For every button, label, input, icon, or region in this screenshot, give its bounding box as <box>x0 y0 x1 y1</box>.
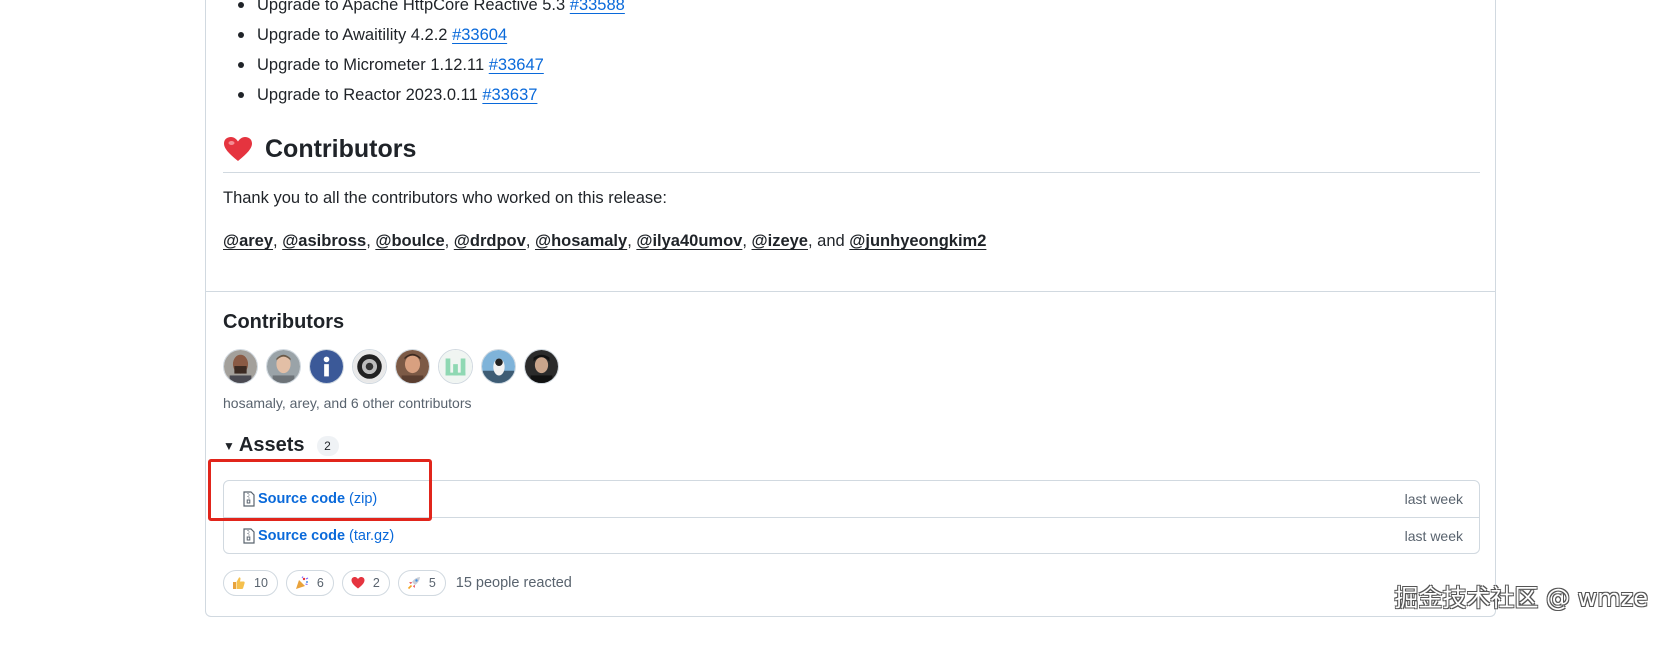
contributor-link[interactable]: @boulce <box>375 232 444 250</box>
upgrade-list: Upgrade to Apache HttpCore Reactive 5.3 … <box>238 0 625 110</box>
watermark: 掘金技术社区 @ wmze <box>1394 584 1648 612</box>
separator: , <box>742 232 752 250</box>
separator: , <box>366 232 376 250</box>
contributors-summary: hosamaly, arey, and 6 other contributors <box>223 395 472 411</box>
contributor-link[interactable]: @izeye <box>752 232 808 250</box>
avatar[interactable] <box>309 349 344 384</box>
upgrade-text: Upgrade to Reactor 2023.0.11 <box>257 86 483 104</box>
thanks-text: Thank you to all the contributors who wo… <box>223 189 667 207</box>
rocket-icon <box>407 577 420 590</box>
reactions-summary: 15 people reacted <box>455 575 572 591</box>
list-item: Upgrade to Micrometer 1.12.11 #33647 <box>238 50 625 80</box>
avatar-list <box>223 349 559 384</box>
asset-row: Source code (tar.gz) last week <box>224 517 1479 553</box>
assets-count-badge: 2 <box>316 435 339 456</box>
upgrade-text: Upgrade to Apache HttpCore Reactive 5.3 <box>257 0 570 14</box>
reaction-thumbs-up-button[interactable]: 10 <box>223 570 278 596</box>
party-popper-icon <box>295 576 309 589</box>
upgrade-text: Upgrade to Awaitility 4.2.2 <box>257 26 453 44</box>
contributors-heading-row: Contributors <box>223 126 1480 173</box>
contributor-link[interactable]: @junhyeongkim2 <box>849 232 986 250</box>
heart-icon <box>224 137 252 161</box>
section-divider <box>206 291 1495 292</box>
reaction-count: 10 <box>254 576 268 590</box>
reaction-hooray-button[interactable]: 6 <box>285 570 334 596</box>
list-item: Upgrade to Reactor 2023.0.11 #33637 <box>238 80 625 110</box>
separator: , <box>525 232 535 250</box>
separator: , <box>444 232 454 250</box>
file-zip-icon <box>243 527 255 544</box>
and-separator: , and <box>807 232 850 250</box>
pr-link[interactable]: #33588 <box>570 0 625 14</box>
pr-link[interactable]: #33604 <box>452 26 507 44</box>
separator: , <box>627 232 637 250</box>
separator: , <box>273 232 283 250</box>
avatar[interactable] <box>438 349 473 384</box>
pr-link[interactable]: #33647 <box>489 56 544 74</box>
contributor-handles: @arey, @asibross, @boulce, @drdpov, @hos… <box>223 232 986 251</box>
reaction-rocket-button[interactable]: 5 <box>397 570 446 596</box>
highlight-box <box>208 459 432 521</box>
reaction-count: 6 <box>316 576 324 590</box>
pr-link[interactable]: #33637 <box>482 86 537 104</box>
contributor-link[interactable]: @drdpov <box>454 232 526 250</box>
avatar[interactable] <box>223 349 258 384</box>
contributors-box-title: Contributors <box>223 311 345 333</box>
contributors-heading: Contributors <box>265 134 417 163</box>
assets-toggle[interactable]: ▼ Assets 2 <box>223 434 339 457</box>
avatar[interactable] <box>266 349 301 384</box>
avatar[interactable] <box>352 349 387 384</box>
reaction-count: 2 <box>372 576 380 590</box>
contributor-link[interactable]: @ilya40umov <box>636 232 742 250</box>
upgrade-text: Upgrade to Micrometer 1.12.11 <box>257 56 489 74</box>
contributor-link[interactable]: @arey <box>223 232 273 250</box>
reactions-bar: 10 6 2 5 15 people reacted <box>223 570 572 596</box>
asset-date: last week <box>1404 491 1463 507</box>
list-item: Upgrade to Apache HttpCore Reactive 5.3 … <box>238 0 625 20</box>
avatar[interactable] <box>395 349 430 384</box>
heart-icon <box>351 577 365 589</box>
contributor-link[interactable]: @hosamaly <box>535 232 627 250</box>
caret-down-icon: ▼ <box>223 438 235 453</box>
list-item: Upgrade to Awaitility 4.2.2 #33604 <box>238 20 625 50</box>
release-card: Upgrade to Apache HttpCore Reactive 5.3 … <box>205 0 1496 617</box>
avatar[interactable] <box>524 349 559 384</box>
reaction-count: 5 <box>428 576 436 590</box>
contributor-link[interactable]: @asibross <box>282 232 366 250</box>
asset-date: last week <box>1404 527 1463 544</box>
avatar[interactable] <box>481 349 516 384</box>
asset-extension[interactable]: (tar.gz) <box>349 528 394 544</box>
reaction-heart-button[interactable]: 2 <box>341 570 390 596</box>
assets-label: Assets <box>238 434 305 456</box>
thumbs-up-icon <box>233 577 245 589</box>
asset-link[interactable]: Source code <box>258 528 345 544</box>
